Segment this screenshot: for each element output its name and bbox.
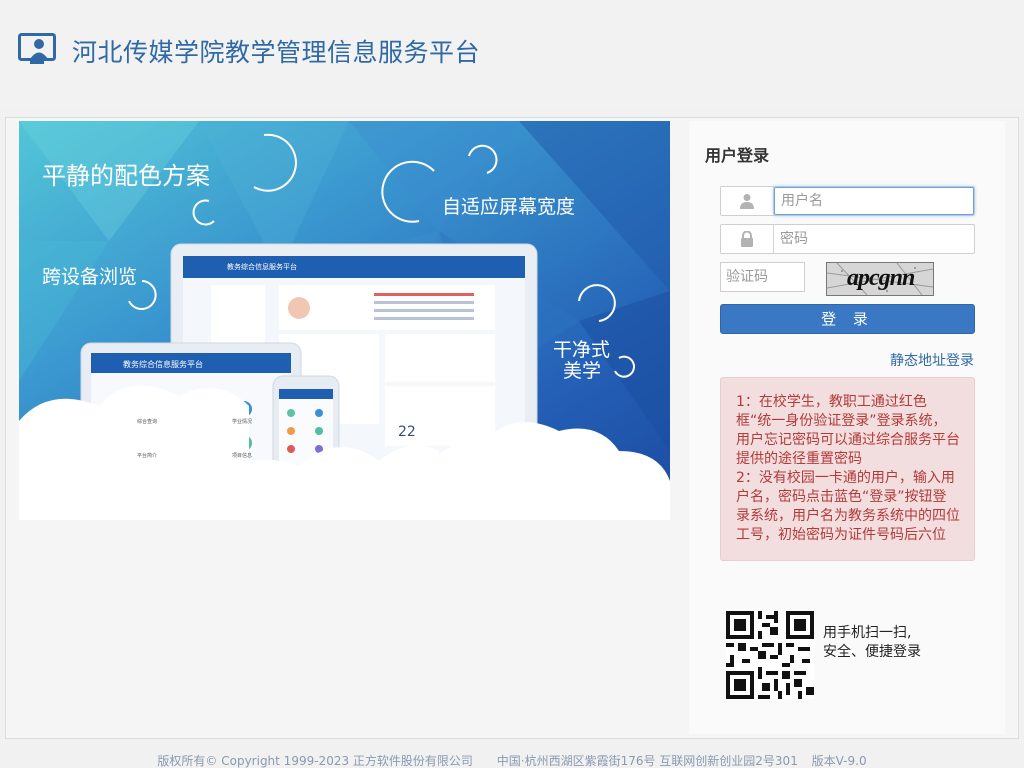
captcha-input[interactable]	[720, 262, 805, 292]
qr-code	[726, 611, 814, 699]
tablet-menu-item: 平台简介	[137, 453, 158, 459]
captcha-text: apcgnn	[847, 265, 915, 291]
laptop-screen-title: 教务综合信息服务平台	[227, 263, 297, 271]
site-title: 河北传媒学院教学管理信息服务平台	[72, 38, 481, 67]
notice-item-1: 1：在校学生，教职工通过红色框“统一身份验证登录”登录系统，用户忘记密码可以通过…	[736, 394, 960, 467]
footer-version: 版本V-9.0	[811, 754, 867, 768]
static-address-login-link[interactable]: 静态地址登录	[890, 350, 974, 370]
tablet-menu-item: 综合查询	[137, 419, 158, 425]
promo-banner: 平静的配色方案 自适应屏幕宽度 跨设备浏览 干净式 美学 教务综合信息服务平台 …	[19, 121, 670, 520]
qr-hint-line-2: 安全、便捷登录	[823, 644, 921, 660]
banner-slogan-3: 跨设备浏览	[42, 266, 138, 288]
login-title: 用户登录	[705, 146, 770, 165]
login-notice: 1：在校学生，教职工通过红色框“统一身份验证登录”登录系统，用户忘记密码可以通过…	[720, 377, 975, 561]
lock-icon	[721, 225, 774, 253]
tablet-screen-title: 教务综合信息服务平台	[123, 360, 203, 369]
password-input[interactable]	[774, 225, 974, 253]
footer-address: 中国·杭州西湖区紫霞街176号 互联网创新创业园2号301	[496, 754, 798, 768]
notice-item-2: 2：没有校园一卡通的用户，输入用户名，密码点击蓝色“登录”按钮登录系统，用户名为…	[736, 470, 960, 543]
password-field	[720, 224, 975, 254]
banner-slogan-1: 平静的配色方案	[42, 162, 210, 190]
qr-hint-line-1: 用手机扫一扫,	[823, 625, 912, 641]
qr-hint: 用手机扫一扫, 安全、便捷登录	[823, 624, 921, 662]
username-field	[720, 186, 975, 216]
banner-slogan-2: 自适应屏幕宽度	[442, 196, 576, 218]
page-header: 河北传媒学院教学管理信息服务平台	[0, 0, 1024, 110]
tablet-menu-item: 项目信息	[232, 453, 253, 459]
username-input[interactable]	[774, 187, 974, 215]
footer-copyright: 版权所有© Copyright 1999-2023 正方软件股份有限公司	[157, 754, 473, 768]
person-monitor-icon	[18, 33, 56, 64]
page-footer: 版权所有© Copyright 1999-2023 正方软件股份有限公司 中国·…	[0, 752, 1024, 768]
captcha-image[interactable]: apcgnn	[826, 262, 934, 296]
banner-slogan-4b: 美学	[563, 360, 602, 382]
tablet-menu-item: 学业情况	[232, 419, 253, 425]
calendar-day: 22	[398, 424, 416, 440]
login-button[interactable]: 登 录	[720, 304, 975, 334]
user-icon	[721, 187, 774, 215]
